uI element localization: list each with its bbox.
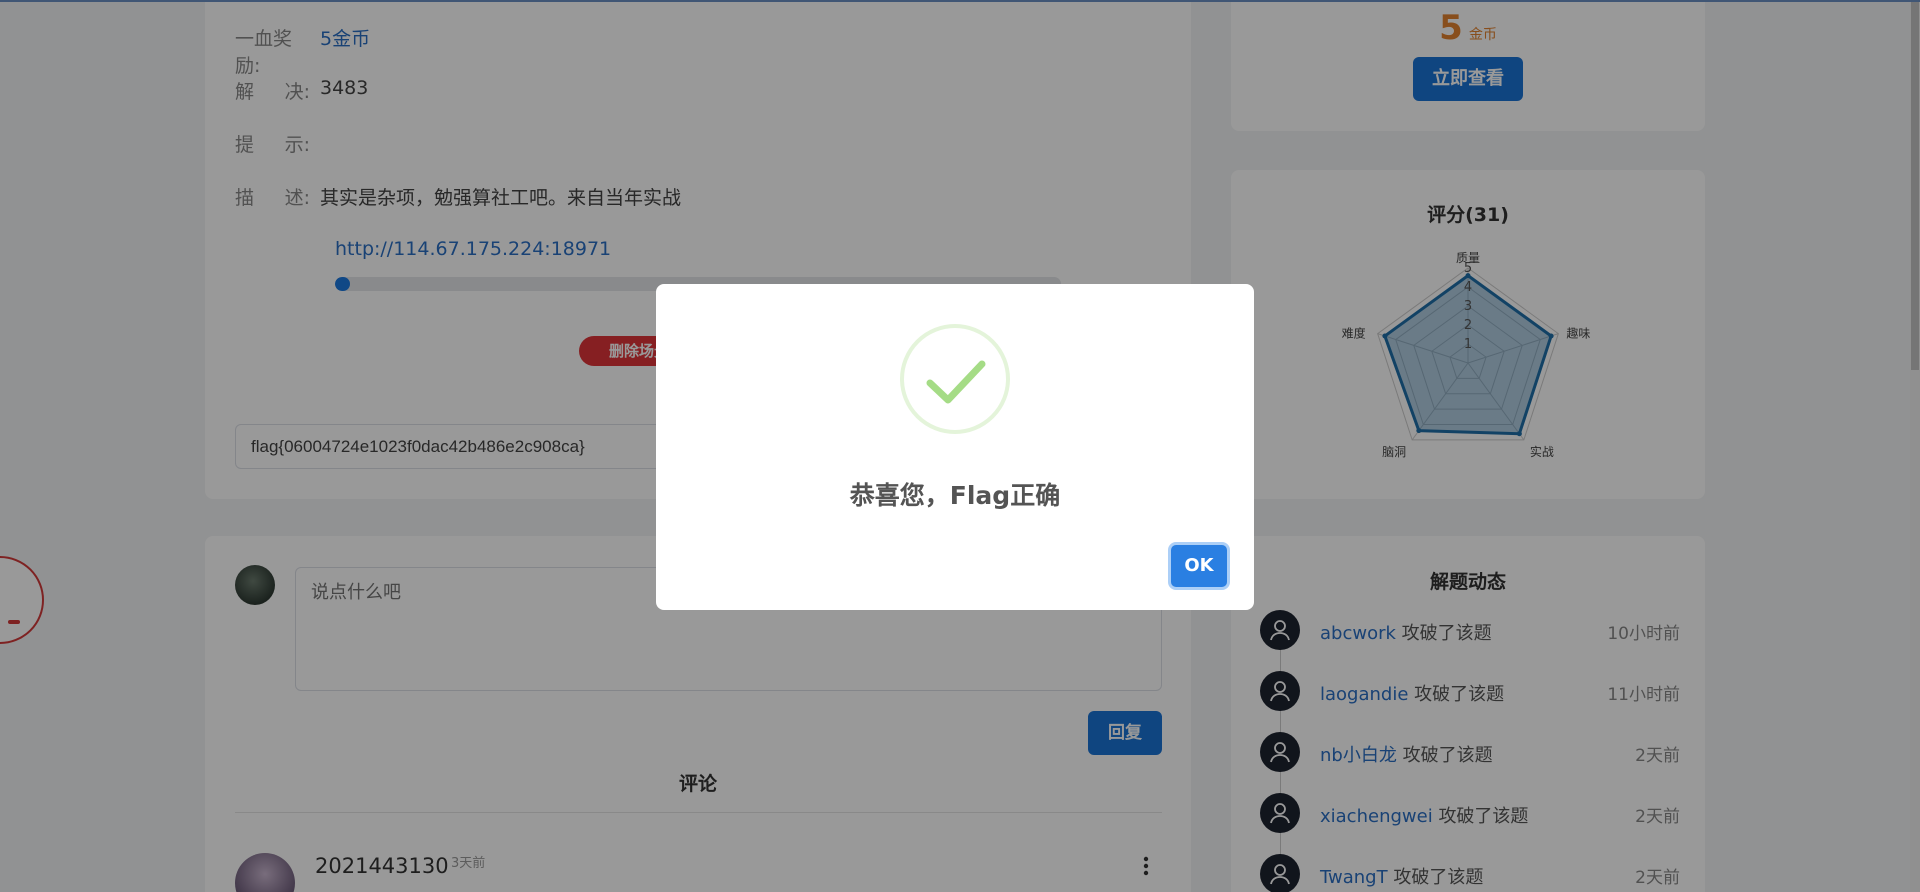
ok-button[interactable]: OK <box>1171 545 1227 587</box>
success-check-icon <box>900 324 1010 434</box>
success-dialog: 恭喜您，Flag正确 OK <box>656 284 1254 610</box>
dialog-message: 恭喜您，Flag正确 <box>849 481 1061 510</box>
